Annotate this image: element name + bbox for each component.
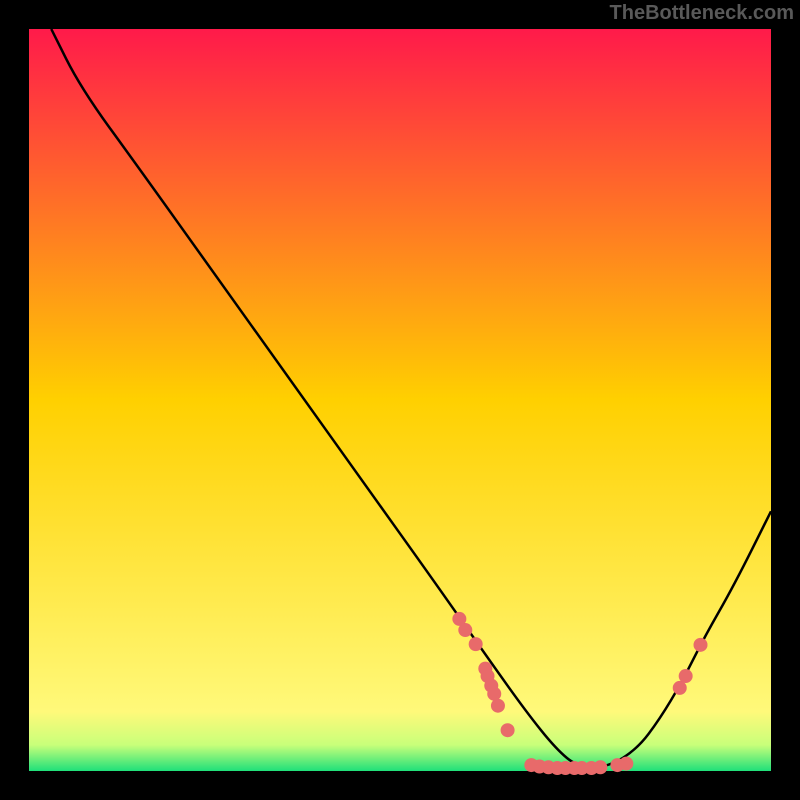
scatter-point — [673, 681, 687, 695]
scatter-point — [487, 687, 501, 701]
scatter-point — [458, 623, 472, 637]
scatter-point — [593, 760, 607, 774]
scatter-point — [501, 723, 515, 737]
scatter-point — [469, 637, 483, 651]
watermark-text: TheBottleneck.com — [610, 2, 794, 25]
scatter-point — [679, 669, 693, 683]
plot-background — [29, 29, 771, 771]
scatter-point — [619, 757, 633, 771]
bottleneck-chart — [0, 0, 800, 800]
scatter-point — [491, 699, 505, 713]
chart-container: TheBottleneck.com — [0, 0, 800, 800]
scatter-point — [694, 638, 708, 652]
